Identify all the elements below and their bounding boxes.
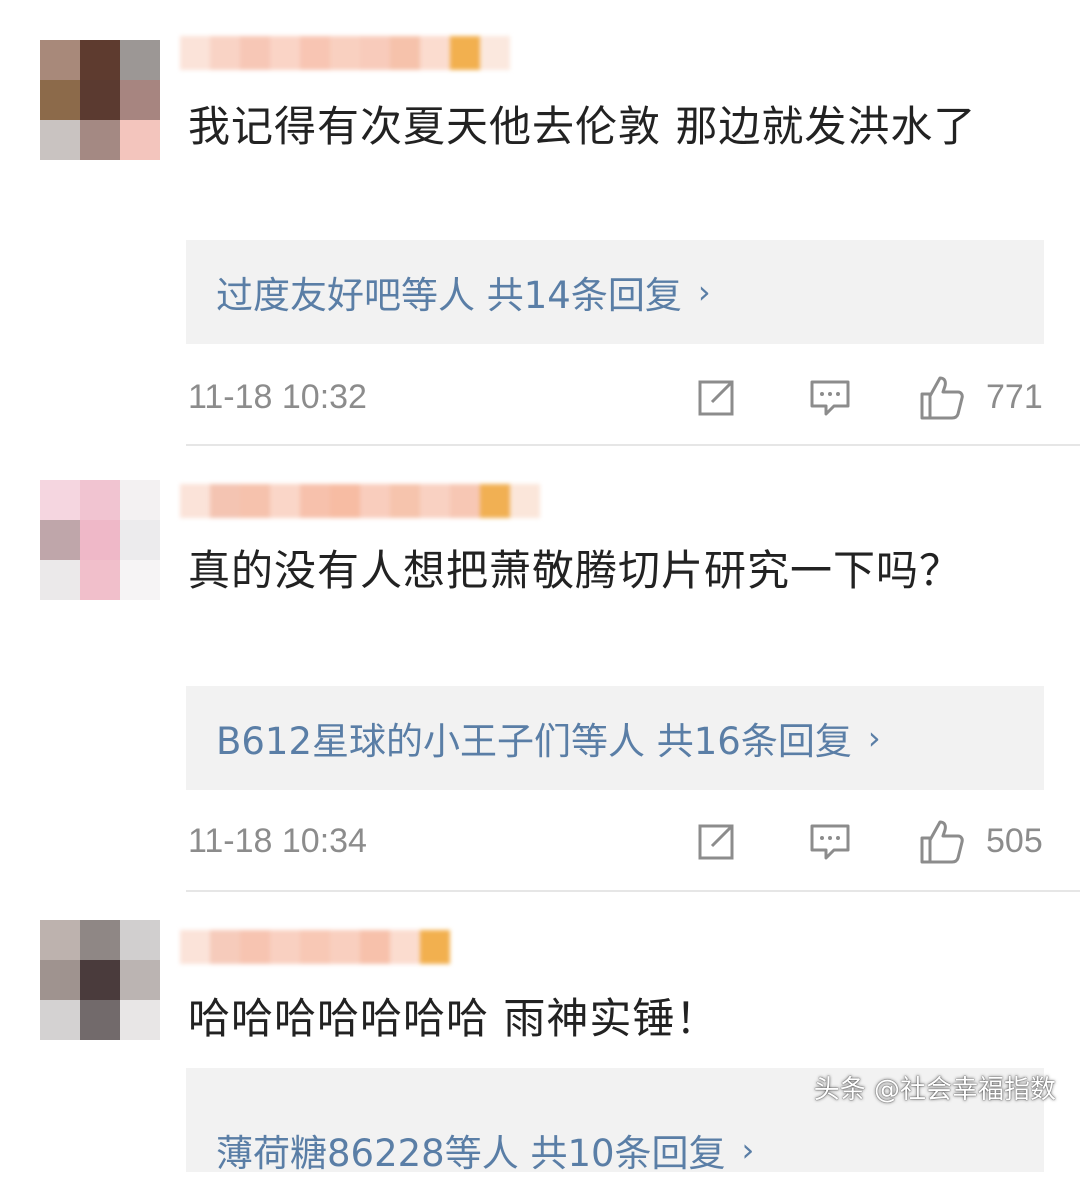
like-count: 505 bbox=[986, 822, 1043, 860]
comment-text: 真的没有人想把萧敬腾切片研究一下吗？ bbox=[188, 546, 963, 595]
avatar-pixel bbox=[120, 960, 160, 1000]
avatar-pixel bbox=[120, 1000, 160, 1040]
comment-meta: 11-18 10:32 771 bbox=[188, 368, 1048, 428]
comment-bubble-icon[interactable] bbox=[806, 818, 854, 866]
avatar-pixel bbox=[120, 480, 160, 520]
timestamp: 11-18 10:32 bbox=[188, 378, 367, 416]
avatar-pixel bbox=[40, 480, 80, 520]
avatar-pixel bbox=[40, 920, 80, 960]
chevron-right-icon: › bbox=[867, 719, 881, 757]
avatar-pixel bbox=[120, 560, 160, 600]
avatar-pixel bbox=[120, 920, 160, 960]
avatar-pixel bbox=[80, 560, 120, 600]
share-edit-icon[interactable] bbox=[692, 818, 740, 866]
reply-summary-text: B612星球的小王子们等人 共16条回复 bbox=[216, 720, 852, 763]
avatar-pixel bbox=[120, 80, 160, 120]
thumbs-up-icon[interactable] bbox=[918, 374, 966, 422]
avatar-pixel bbox=[80, 960, 120, 1000]
avatar-pixel bbox=[80, 520, 120, 560]
divider bbox=[186, 890, 1080, 892]
username-blurred[interactable] bbox=[180, 930, 450, 964]
avatar-pixel bbox=[120, 120, 160, 160]
avatar-pixel bbox=[40, 560, 80, 600]
avatar-pixel bbox=[40, 80, 80, 120]
thumbs-up-icon[interactable] bbox=[918, 818, 966, 866]
avatar-pixel bbox=[80, 120, 120, 160]
watermark: 头条 @社会幸福指数 bbox=[813, 1075, 1056, 1105]
reply-summary[interactable]: 过度友好吧等人 共14条回复 › bbox=[186, 240, 1044, 344]
comment-text: 我记得有次夏天他去伦敦 那边就发洪水了 bbox=[188, 102, 977, 151]
username-blurred[interactable] bbox=[180, 36, 510, 70]
comment-meta: 11-18 10:34 505 bbox=[188, 812, 1048, 872]
avatar[interactable] bbox=[40, 920, 160, 1040]
avatar-pixel bbox=[40, 120, 80, 160]
username-blurred[interactable] bbox=[180, 484, 540, 518]
avatar-pixel bbox=[120, 520, 160, 560]
avatar-pixel bbox=[40, 40, 80, 80]
reply-summary-text: 过度友好吧等人 共14条回复 bbox=[216, 274, 682, 317]
avatar-pixel bbox=[120, 40, 160, 80]
share-edit-icon[interactable] bbox=[692, 374, 740, 422]
comment-text: 哈哈哈哈哈哈哈 雨神实锤！ bbox=[188, 994, 719, 1043]
avatar-pixel bbox=[40, 520, 80, 560]
chevron-right-icon: › bbox=[697, 273, 711, 311]
divider bbox=[186, 444, 1080, 446]
avatar-pixel bbox=[80, 1000, 120, 1040]
avatar-pixel bbox=[80, 920, 120, 960]
avatar[interactable] bbox=[40, 40, 160, 160]
avatar[interactable] bbox=[40, 480, 160, 600]
reply-summary-text: 薄荷糖86228等人 共10条回复 bbox=[216, 1132, 726, 1175]
chevron-right-icon: › bbox=[741, 1131, 755, 1169]
avatar-pixel bbox=[80, 80, 120, 120]
avatar-pixel bbox=[80, 480, 120, 520]
reply-summary[interactable]: B612星球的小王子们等人 共16条回复 › bbox=[186, 686, 1044, 790]
timestamp: 11-18 10:34 bbox=[188, 822, 367, 860]
avatar-pixel bbox=[80, 40, 120, 80]
like-count: 771 bbox=[986, 378, 1043, 416]
avatar-pixel bbox=[40, 1000, 80, 1040]
comment-bubble-icon[interactable] bbox=[806, 374, 854, 422]
avatar-pixel bbox=[40, 960, 80, 1000]
